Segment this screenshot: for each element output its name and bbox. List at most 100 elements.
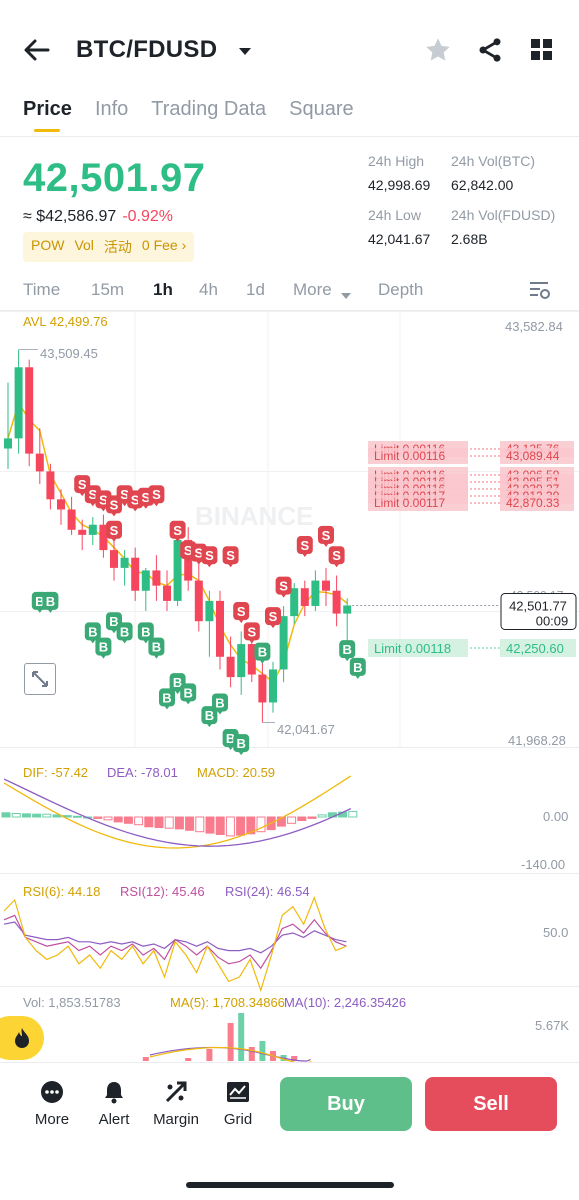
- candle-body: [88, 524, 97, 535]
- stat-high-value: 42,998.69: [368, 177, 431, 193]
- sell-order-price: 43,089.44: [506, 449, 560, 463]
- sell-marker-text: S: [247, 624, 256, 639]
- interval-15m[interactable]: 15m: [91, 280, 124, 300]
- buy-marker-tip: [259, 659, 266, 664]
- sell-marker: S: [265, 607, 281, 629]
- chart-settings-icon[interactable]: [529, 280, 551, 305]
- candle-body: [152, 570, 161, 586]
- macd-histogram-bar: [307, 816, 317, 819]
- fire-promo-button[interactable]: [0, 1016, 44, 1060]
- buy-marker: B: [201, 706, 218, 728]
- buy-marker-tip: [174, 690, 181, 695]
- nav-alert[interactable]: Alert: [84, 1077, 144, 1128]
- y-max-label: 43,582.84: [505, 319, 563, 334]
- pair-title[interactable]: BTC/FDUSD: [76, 36, 217, 64]
- macd-dea-label: DEA: -78.01: [107, 765, 178, 780]
- sell-marker-tip: [89, 502, 96, 507]
- buy-order-label: Limit 0.00118: [374, 641, 451, 656]
- interval-bar: Time 15m 1h 4h 1d More Depth: [0, 276, 579, 304]
- buy-marker-tip: [142, 639, 149, 644]
- buy-marker-text: B: [162, 690, 171, 705]
- macd-histogram-bar: [225, 816, 235, 837]
- share-icon[interactable]: [476, 36, 504, 69]
- candle-body: [163, 585, 171, 601]
- volume-bar: [206, 1049, 213, 1061]
- buy-marker-text: B: [237, 736, 246, 751]
- stat-vol-btc-label: 24h Vol(BTC): [451, 153, 536, 169]
- candle-body: [343, 605, 352, 614]
- candle-body: [216, 600, 224, 657]
- buy-button[interactable]: Buy: [280, 1077, 412, 1131]
- sell-order-price: 42,870.33: [506, 496, 560, 510]
- sell-button[interactable]: Sell: [425, 1077, 557, 1131]
- volume-bar: [142, 1057, 149, 1061]
- macd-histogram-bar: [215, 816, 225, 835]
- sell-marker-text: S: [110, 523, 119, 538]
- candle-body: [258, 674, 267, 703]
- sell-marker-tip: [270, 624, 276, 629]
- candle-body: [25, 367, 34, 454]
- buy-marker-text: B: [205, 708, 214, 723]
- home-indicator[interactable]: [186, 1182, 394, 1188]
- buy-marker-text: B: [99, 640, 108, 655]
- buy-marker: B: [159, 688, 175, 710]
- buy-marker-tip: [111, 629, 117, 634]
- fullscreen-icon[interactable]: [24, 663, 56, 695]
- candle-body: [290, 588, 299, 617]
- usd-price: ≈ $42,586.97 -0.92%: [23, 208, 173, 226]
- vol-ma10-label: MA(10): 2,246.35426: [284, 995, 407, 1010]
- nav-margin[interactable]: Margin: [146, 1077, 206, 1128]
- more-caret-icon[interactable]: [340, 286, 352, 306]
- sell-marker: S: [243, 622, 260, 644]
- interval-depth[interactable]: Depth: [378, 280, 423, 300]
- layout-grid-icon[interactable]: [530, 38, 554, 67]
- tab-square[interactable]: Square: [289, 98, 354, 121]
- favorite-star-icon[interactable]: [424, 36, 452, 69]
- sell-marker-text: S: [226, 548, 235, 563]
- volume-bar: [238, 1013, 245, 1061]
- sell-marker-tip: [238, 619, 245, 624]
- macd-value-label: MACD: 20.59: [197, 765, 276, 780]
- candle-body: [279, 616, 288, 670]
- top-bar: BTC/FDUSD: [0, 20, 579, 80]
- buy-marker-tip: [100, 654, 107, 659]
- back-arrow-icon[interactable]: [22, 36, 52, 64]
- sell-marker-tip: [227, 563, 234, 568]
- current-price-value: 42,501.77: [509, 598, 567, 613]
- chart-area[interactable]: BINANCESS S SS S S SS SS S S SSSSSSSSB BBBBB BBBB BB…: [0, 311, 579, 1063]
- tags-chip[interactable]: POW Vol 活动 0 Fee ›: [23, 232, 195, 262]
- tab-price[interactable]: Price: [23, 98, 72, 132]
- interval-1h[interactable]: 1h: [153, 280, 173, 300]
- sell-order-label: Limit 0.00117: [374, 496, 445, 510]
- sell-marker-tip: [195, 560, 202, 565]
- interval-time[interactable]: Time: [23, 280, 60, 300]
- rsi12-label: RSI(12): 45.46: [120, 884, 205, 899]
- macd-histogram-bar: [93, 816, 103, 819]
- interval-1d[interactable]: 1d: [246, 280, 265, 300]
- tab-info[interactable]: Info: [95, 98, 128, 121]
- tab-trading-data[interactable]: Trading Data: [151, 98, 266, 121]
- sell-marker-text: S: [237, 604, 246, 619]
- interval-4h[interactable]: 4h: [199, 280, 218, 300]
- macd-histogram-bar: [11, 813, 21, 818]
- sell-marker: S: [222, 546, 239, 568]
- candle-body: [322, 580, 330, 591]
- macd-dif-label: DIF: -57.42: [23, 765, 89, 780]
- sell-marker: S: [328, 546, 345, 568]
- macd-histogram-bar: [72, 815, 82, 818]
- interval-more[interactable]: More: [293, 280, 332, 300]
- trough-label: 42,041.67: [277, 722, 335, 737]
- macd-histogram-bar: [144, 816, 154, 828]
- candle-body: [205, 600, 214, 622]
- rsi-mid-label: 50.0: [543, 925, 569, 940]
- chevron-down-icon[interactable]: [238, 44, 252, 62]
- sell-marker-tip: [333, 563, 340, 568]
- nav-grid[interactable]: Grid: [208, 1077, 268, 1128]
- main-tabs: Price Info Trading Data Square: [23, 98, 377, 132]
- avl-label: AVL 42,499.76: [23, 314, 108, 329]
- sell-marker: S: [296, 536, 313, 558]
- tag-pow: POW: [31, 237, 65, 253]
- macd-histogram-bar: [113, 816, 123, 823]
- nav-more[interactable]: More: [22, 1077, 82, 1128]
- macd-histogram-bar: [42, 813, 52, 818]
